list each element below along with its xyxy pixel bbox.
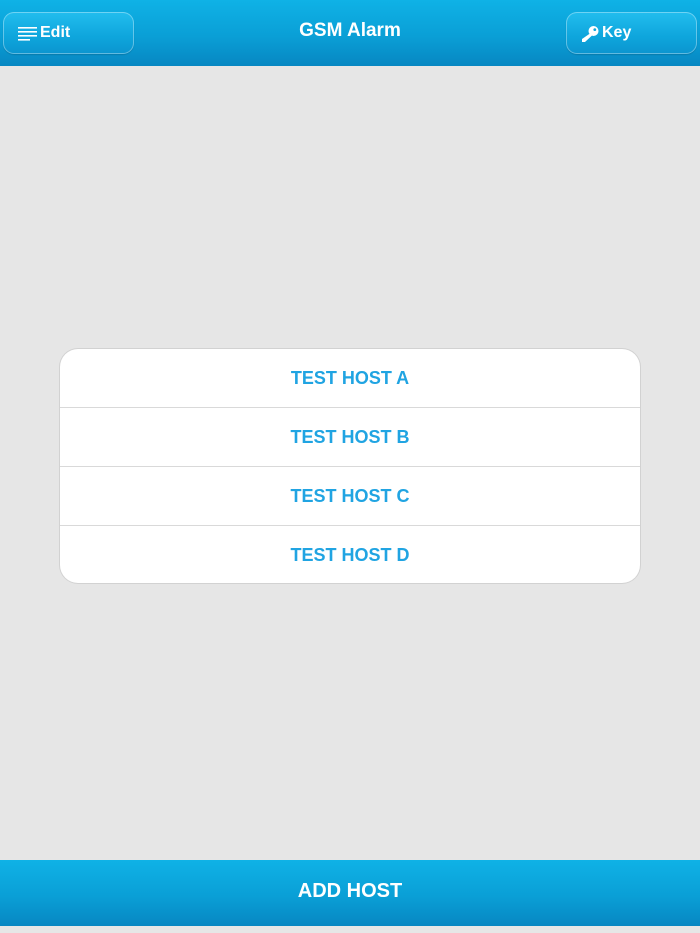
host-list: TEST HOST A TEST HOST B TEST HOST C TEST… [60, 349, 640, 583]
host-list-item-c[interactable]: TEST HOST C [60, 467, 640, 526]
navigation-bar: Edit GSM Alarm Key [0, 0, 700, 66]
key-icon [581, 25, 602, 42]
key-button[interactable]: Key [566, 12, 697, 54]
edit-button-label: Edit [40, 24, 71, 41]
menu-icon [18, 25, 40, 41]
key-button-label: Key [602, 24, 632, 41]
edit-button[interactable]: Edit [3, 12, 134, 54]
host-list-item-b[interactable]: TEST HOST B [60, 408, 640, 467]
host-list-item-d[interactable]: TEST HOST D [60, 526, 640, 583]
add-host-button[interactable]: ADD HOST [0, 860, 700, 926]
app-screen: Edit GSM Alarm Key TEST HOST A TEST HOST… [0, 0, 700, 933]
host-list-item-a[interactable]: TEST HOST A [60, 349, 640, 408]
